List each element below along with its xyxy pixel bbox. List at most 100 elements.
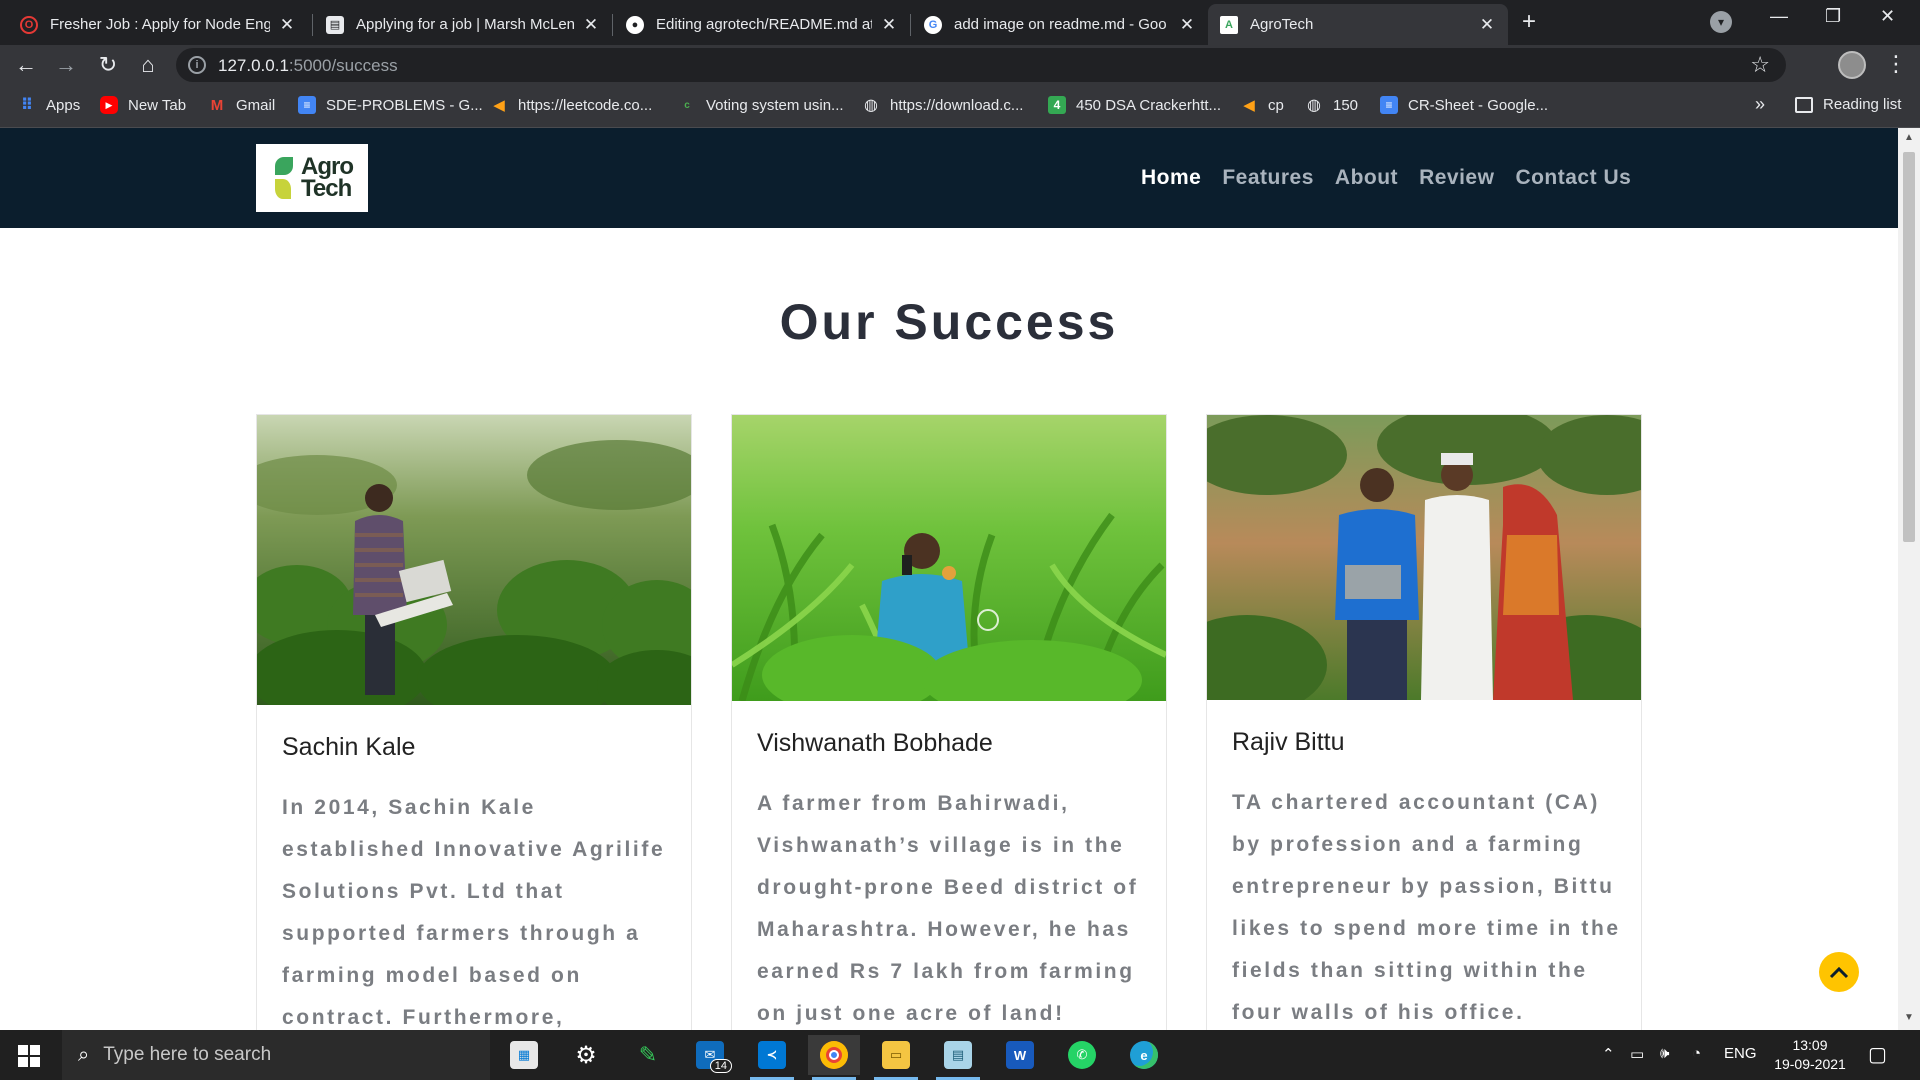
edge-icon[interactable]: e [1118,1035,1170,1075]
minimize-icon[interactable]: — [1770,6,1788,27]
mail-icon[interactable]: ✉ 14 [684,1035,736,1075]
apps-grid-icon: ⠿ [20,97,34,114]
notepad-icon[interactable]: ▤ [932,1035,984,1080]
close-icon[interactable]: ✕ [1478,15,1496,35]
browser-tab-active[interactable]: A AgroTech ✕ [1208,4,1508,45]
taskbar-search[interactable]: ⌕ Type here to search [62,1030,490,1080]
site-info-icon[interactable]: i [188,56,206,74]
scroll-up-arrow-icon[interactable]: ▲ [1903,132,1915,143]
url-text[interactable]: 127.0.0.1:5000/success [218,56,398,76]
card-description: TA chartered accountant (CA) by professi… [1232,791,1621,1024]
notifications-icon[interactable]: ▢ [1868,1042,1887,1067]
browser-tab[interactable]: ▤ Applying for a job | Marsh McLen ✕ [314,4,612,45]
input-language[interactable]: ENG [1724,1045,1757,1062]
bookmark-sde-problems[interactable]: ≡ SDE-PROBLEMS - G... [298,96,483,114]
page-scrollbar[interactable]: ▲ ▼ [1898,128,1920,1030]
file-explorer-icon[interactable]: ▭ [870,1035,922,1080]
tab-title: Editing agrotech/README.md at [656,16,872,33]
pen-icon[interactable]: ✎ [622,1035,674,1075]
reading-list-button[interactable]: Reading list [1795,96,1901,113]
nav-review[interactable]: Review [1419,166,1494,190]
bookmark-star-icon[interactable]: ☆ [1750,52,1770,78]
menu-kebab-icon[interactable]: ⋮ [1885,51,1907,77]
tab-search-icon[interactable]: ▾ [1710,11,1732,33]
page-viewport: Agro Tech Home Features About Review Con… [0,128,1898,1030]
farmer-photo [1207,415,1641,700]
bookmark-apps[interactable]: ⠿ Apps [18,96,80,115]
store-icon[interactable]: ▦ [498,1035,550,1075]
browser-toolbar: ← → ↻ ⌂ i 127.0.0.1:5000/success ☆ ⋮ [0,45,1920,85]
network-icon[interactable]: ◔ [1692,1045,1701,1062]
site-icon: c [684,99,690,111]
windows-start-icon[interactable] [18,1045,40,1067]
bookmark-450-dsa[interactable]: 4 450 DSA Crackerhtt... [1048,96,1221,114]
site-navbar: Agro Tech Home Features About Review Con… [0,128,1898,228]
bookmark-cr-sheet[interactable]: ≡ CR-Sheet - Google... [1380,96,1548,114]
bookmark-download[interactable]: ◍ https://download.c... [862,96,1024,115]
nav-about[interactable]: About [1335,166,1398,190]
card-name: Rajiv Bittu [1232,728,1345,756]
word-icon[interactable]: W [994,1035,1046,1075]
browser-tab[interactable]: O Fresher Job : Apply for Node Eng ✕ [8,4,308,45]
github-icon: ● [626,15,644,34]
chrome-icon[interactable] [808,1035,860,1080]
farmer-photo [257,415,691,705]
agrotech-logo[interactable]: Agro Tech [256,144,368,212]
window-close-icon[interactable]: ✕ [1880,6,1895,27]
tray-chevron-up-icon[interactable]: ⌃ [1602,1045,1615,1063]
restore-icon[interactable]: ❐ [1825,6,1841,27]
google-docs-icon: ≡ [1380,96,1398,114]
whatsapp-icon[interactable]: ✆ [1056,1035,1108,1075]
address-bar[interactable]: i 127.0.0.1:5000/success ☆ [176,48,1786,82]
settings-icon[interactable]: ⚙ [560,1035,612,1075]
reload-icon[interactable]: ↻ [94,51,122,79]
scroll-down-arrow-icon[interactable]: ▼ [1903,1012,1915,1023]
tab-title: AgroTech [1250,16,1314,33]
vscode-icon[interactable]: ≺ [746,1035,798,1080]
reading-list-label: Reading list [1823,96,1902,113]
tab-title: Applying for a job | Marsh McLen [356,16,574,33]
close-icon[interactable]: ✕ [278,15,296,35]
bookmark-voting-system[interactable]: c Voting system usin... [678,96,844,114]
close-icon[interactable]: ✕ [1178,15,1196,35]
volume-icon[interactable]: 🕪 [1660,1045,1669,1062]
nav-home[interactable]: Home [1141,166,1201,190]
scroll-to-top-button[interactable] [1819,952,1859,992]
battery-icon[interactable]: ▭ [1630,1045,1644,1063]
browser-tab[interactable]: ● Editing agrotech/README.md at ✕ [614,4,910,45]
back-icon[interactable]: ← [12,51,40,79]
card-name: Sachin Kale [282,733,416,761]
close-icon[interactable]: ✕ [880,15,898,35]
search-icon: ⌕ [78,1043,90,1066]
bookmark-cp[interactable]: ◀ cp [1240,96,1284,115]
close-icon[interactable]: ✕ [582,15,600,35]
profile-avatar[interactable] [1838,51,1866,79]
bookmark-gmail[interactable]: M Gmail [208,96,275,114]
bookmark-label: Voting system usin... [706,96,844,114]
google-icon: G [924,15,942,34]
bookmark-label: https://download.c... [890,96,1024,114]
forward-icon[interactable]: → [52,51,80,79]
globe-icon: ◍ [1307,97,1321,114]
section-title: Our Success [779,294,1119,350]
youtube-icon: ▶ [100,96,118,114]
nav-contact-us[interactable]: Contact Us [1515,166,1631,190]
bookmark-150[interactable]: ◍ 150 [1305,96,1358,115]
scrollbar-thumb[interactable] [1903,152,1915,542]
taskbar-search-placeholder: Type here to search [103,1044,272,1065]
logo-line-2: Tech [301,175,352,202]
taskbar-clock[interactable]: 13:09 19-09-2021 [1770,1036,1850,1074]
browser-tab[interactable]: G add image on readme.md - Goo ✕ [912,4,1208,45]
nav-features[interactable]: Features [1222,166,1314,190]
home-icon[interactable]: ⌂ [134,51,162,79]
new-tab-button[interactable]: + [1522,8,1536,36]
bookmark-label: 450 DSA Crackerhtt... [1076,96,1222,114]
logo-text: Agro Tech [301,155,354,202]
url-path: :5000/success [288,56,398,75]
bookmark-label: Gmail [236,96,276,114]
farmer-in-cornfield-image [732,415,1166,701]
bookmark-leetcode[interactable]: ◀ https://leetcode.co... [490,96,652,115]
clock-date: 19-09-2021 [1774,1056,1846,1072]
bookmarks-overflow-button[interactable]: » [1755,94,1765,115]
bookmark-new-tab[interactable]: ▶ New Tab [100,96,186,114]
